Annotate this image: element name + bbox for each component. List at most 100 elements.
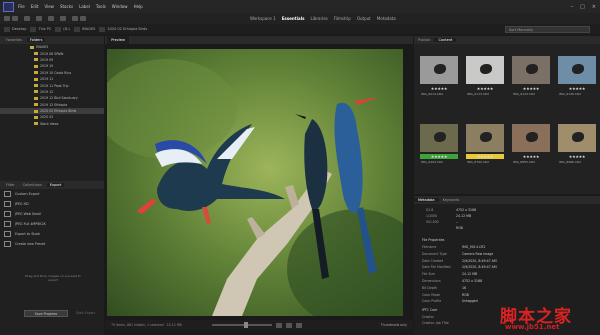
thumbnail-cell[interactable]: ★★★★★ IMG_9014.CR2 [418,48,460,103]
thumbnail-image[interactable] [466,56,504,84]
folder-item[interactable]: Stock Ideas [0,121,104,127]
breadcrumb[interactable]: Desktop [4,26,26,32]
menu-label[interactable]: Label [79,4,90,9]
workspace-tab[interactable]: Output [357,16,371,21]
metadata-key: Date File Modified [422,265,451,270]
star-rating[interactable]: ★★★★★ [466,154,504,159]
workspace-tab[interactable]: Libraries [310,16,327,21]
tab-filter[interactable]: Filter [3,183,18,187]
refine-icon[interactable] [48,16,54,21]
minimize-icon[interactable]: – [571,4,574,10]
camera-import-icon[interactable] [36,16,42,21]
folder-icon [34,96,38,100]
menu-window[interactable]: Window [112,4,128,9]
metadata-key: File Size [422,272,435,277]
workspace-tab[interactable]: Workspace 1 [250,16,276,21]
rotate-right-icon[interactable] [80,16,86,21]
star-rating[interactable]: ★★★★★ [558,154,596,159]
export-preset-item[interactable]: Create new Preset [0,239,104,249]
workspace-tab-active[interactable]: Essentials [282,16,305,21]
thumbnail-size-slider[interactable] [211,322,272,328]
quick-info-right: RGB [456,226,463,230]
workspace-tab[interactable]: Filmstrip [334,16,351,21]
maximize-icon[interactable]: □ [580,4,585,10]
details-view-icon[interactable] [295,322,302,328]
menu-view[interactable]: View [44,4,54,9]
breadcrumb-label: IMAGES [81,27,96,31]
menu-edit[interactable]: Edit [31,4,39,9]
tab-collections[interactable]: Collections [20,183,45,187]
breadcrumb[interactable]: This PC [30,26,52,32]
back-icon[interactable] [4,16,10,21]
rotate-left-icon[interactable] [72,16,78,21]
thumbnail-cell[interactable]: ★★★★★ IMG_9113.CR2 [464,48,506,103]
metadata-row: Date File Modified 2/9/2020, 8:49:47 AM [422,265,592,271]
metadata-value: 4752 x 3168 [462,279,483,283]
export-preset-item[interactable]: Export to Stock [0,229,104,239]
view-mode-label[interactable]: Thumbnails only [381,323,407,327]
folder-icon [34,122,38,126]
thumbnail-image[interactable] [558,56,596,84]
tab-metadata[interactable]: Metadata [414,198,439,202]
star-rating[interactable]: ★★★★★ [512,86,550,91]
metadata-value: Camera Raw image [462,251,494,256]
tab-export[interactable]: Export [46,183,65,187]
folder-icon [34,58,38,62]
preset-icon [4,241,11,247]
breadcrumb-label: This PC [38,27,52,31]
menu-file[interactable]: File [18,4,25,9]
export-preset-item[interactable]: JPEG HD [0,199,104,209]
menu-tools[interactable]: Tools [96,4,106,9]
sort-dropdown[interactable]: Sort Manually [505,26,590,33]
thumbnail-image[interactable] [420,124,458,152]
tab-content[interactable]: Content [434,38,457,42]
thumbnail-image[interactable] [558,124,596,152]
open-in-camera-raw-icon[interactable] [60,16,66,21]
metadata-panel-tabs: Metadata Keywords [414,196,600,204]
star-rating[interactable]: ★★★★★ [512,154,550,159]
recent-icon[interactable] [24,16,30,21]
tab-keywords[interactable]: Keywords [439,198,464,202]
thumbnail-cell[interactable]: ★★★★★ IMG_9209.CR2 [418,116,460,171]
metadata-key: Document Type [422,251,447,256]
thumbnail-cell[interactable]: ★★★★★ IMG_9124.CR2 [510,48,552,103]
folder-icon [30,45,34,49]
menu-help[interactable]: Help [134,4,143,9]
thumbnail-filename: IMG_8855.CR2 [513,160,535,164]
star-rating[interactable]: ★★★★★ [420,86,458,91]
export-preset-item[interactable]: Custom Export [0,189,104,199]
breadcrumb[interactable]: IMAGES [73,26,96,32]
star-rating[interactable]: ★★★★★ [558,86,596,91]
thumbnail-cell[interactable]: ★★★★★ IMG_9136.CR2 [556,48,598,103]
thumbnail-cell[interactable]: ★★★★★ IMG_8790.CR2 [464,116,506,171]
section-header[interactable]: File Properties [422,238,592,244]
thumbnail-image[interactable] [512,124,550,152]
metadata-key: Date Created [422,258,444,263]
thumbnail-cell[interactable]: ★★★★★ IMG_8855.CR2 [510,116,552,171]
tab-favorites[interactable]: Favorites [3,38,25,42]
breadcrumb[interactable]: (D:) [55,26,70,32]
workspace-tab[interactable]: Metadata [377,16,396,21]
star-rating[interactable]: ★★★★★ [420,154,458,159]
tab-folders[interactable]: Folders [26,38,46,42]
folder-label: 2019 12 [40,89,54,94]
thumbnail-cell[interactable]: ★★★★★ IMG_8986.CR2 [556,116,598,171]
tab-publish[interactable]: Publish [414,38,434,42]
thumbnail-image[interactable] [466,124,504,152]
tab-preview[interactable]: Preview [107,36,129,44]
export-preset-item[interactable]: JPEG Full 4MP8K2K [0,219,104,229]
menu-stacks[interactable]: Stacks [60,4,73,9]
close-icon[interactable]: × [592,4,596,10]
thumbnail-image[interactable] [420,56,458,84]
breadcrumb[interactable]: 2020 02 Ethiopia Birds [99,26,147,32]
start-export-button[interactable]: Start Export [73,310,98,317]
forward-icon[interactable] [12,16,18,21]
save-progress-button[interactable]: Save Progress [24,310,68,317]
preset-label: JPEG Full 4MP8K2K [15,222,46,226]
export-preset-item[interactable]: JPEG Web Small [0,209,104,219]
grid-view-icon[interactable] [275,322,282,328]
thumbnail-image[interactable] [512,56,550,84]
list-view-icon[interactable] [285,322,292,328]
folder-label: 2019 12 Ethiopia [40,102,68,107]
star-rating[interactable]: ★★★★★ [466,86,504,91]
